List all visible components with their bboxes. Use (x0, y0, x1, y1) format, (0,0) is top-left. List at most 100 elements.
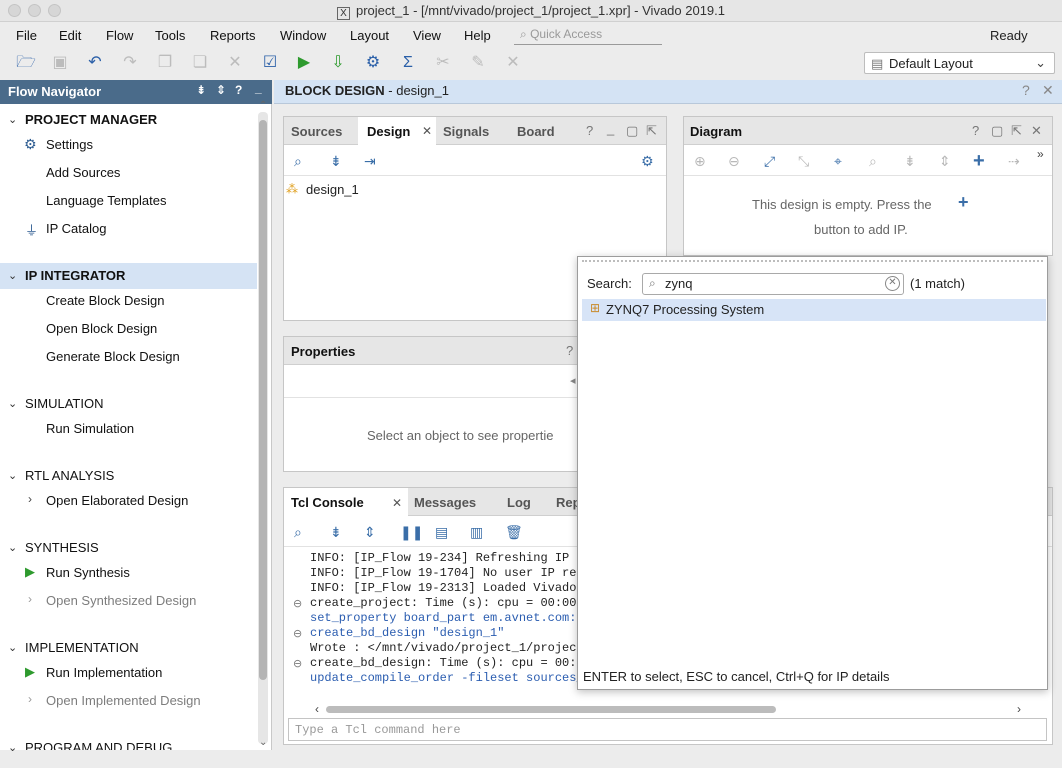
collapse-all-icon[interactable]: ⇟ (330, 153, 342, 170)
expand-icon[interactable]: ⇕ (939, 153, 951, 170)
menu-help[interactable]: Help (464, 28, 491, 43)
menu-flow[interactable]: Flow (106, 28, 133, 43)
nav-open-elaborated-design[interactable]: Open Elaborated Design (46, 493, 188, 508)
chevron-down-icon[interactable]: ⌄ (8, 741, 17, 754)
menu-view[interactable]: View (413, 28, 441, 43)
collapse-all-icon[interactable]: ⇟ (330, 524, 342, 541)
nav-settings[interactable]: Settings (46, 137, 93, 152)
menu-window[interactable]: Window (280, 28, 326, 43)
minimize-panel-icon[interactable]: _ (255, 81, 262, 95)
nav-add-sources[interactable]: Add Sources (46, 165, 120, 180)
help-icon[interactable]: ? (1022, 82, 1030, 98)
tab-tcl-console[interactable]: Tcl Console (291, 495, 364, 510)
search-icon[interactable]: ⌕ (869, 153, 877, 170)
trash-icon[interactable]: 🗑 (505, 524, 523, 541)
collapse-all-icon[interactable]: ⇟ (196, 83, 206, 97)
chevron-down-icon[interactable]: ⌄ (8, 541, 17, 554)
tool-disabled-2-icon[interactable]: ✎ (468, 53, 488, 73)
section-ip-integrator[interactable]: IP INTEGRATOR (25, 268, 125, 283)
tab-board[interactable]: Board (517, 124, 555, 139)
fold-icon[interactable]: ⊖ (293, 627, 302, 640)
open-project-icon[interactable]: 🗁 (16, 53, 36, 73)
tree-item-design[interactable]: design_1 (306, 182, 359, 197)
menu-layout[interactable]: Layout (350, 28, 389, 43)
search-icon[interactable]: ⌕ (294, 153, 302, 170)
paste-icon[interactable]: ❏ (190, 53, 210, 73)
expand-all-icon[interactable]: ⇕ (216, 83, 226, 97)
help-icon[interactable]: ? (566, 343, 573, 358)
chevron-down-icon[interactable]: ⌄ (8, 269, 17, 282)
menu-file[interactable]: File (16, 28, 37, 43)
zoom-out-icon[interactable]: ⊖ (728, 153, 740, 170)
clear-search-icon[interactable]: ✕ (885, 276, 900, 291)
redo-icon[interactable]: ↷ (120, 53, 140, 73)
menu-edit[interactable]: Edit (59, 28, 81, 43)
zoom-in-icon[interactable]: ⊕ (694, 153, 706, 170)
nav-open-implemented-design[interactable]: Open Implemented Design (46, 693, 201, 708)
tab-messages[interactable]: Messages (414, 495, 476, 510)
section-simulation[interactable]: SIMULATION (25, 396, 104, 411)
float-icon[interactable]: ⇱ (1011, 123, 1022, 139)
copy-icon[interactable]: ❐ (155, 53, 175, 73)
close-icon[interactable]: ✕ (1031, 123, 1042, 139)
close-icon[interactable]: ✕ (392, 496, 402, 510)
tool-disabled-1-icon[interactable]: ✂ (433, 53, 453, 73)
ip-result-row[interactable]: ⊞ ZYNQ7 Processing System (582, 299, 1046, 321)
section-implementation[interactable]: IMPLEMENTATION (25, 640, 139, 655)
save-icon[interactable]: ▣ (50, 53, 70, 73)
tab-log[interactable]: Log (507, 495, 531, 510)
tcl-command-input[interactable]: Type a Tcl command here (288, 718, 1047, 741)
section-project-manager[interactable]: PROJECT MANAGER (25, 112, 157, 127)
check-icon[interactable]: ☑ (260, 53, 280, 73)
nav-scrollbar[interactable] (258, 112, 268, 744)
help-icon[interactable]: ? (972, 123, 979, 138)
section-rtl-analysis[interactable]: RTL ANALYSIS (25, 468, 114, 483)
chevron-right-icon[interactable]: › (28, 492, 32, 506)
chevron-down-icon[interactable]: ⌄ (8, 397, 17, 410)
nav-language-templates[interactable]: Language Templates (46, 193, 166, 208)
expand-all-icon[interactable]: ⇥ (364, 153, 376, 170)
fold-icon[interactable]: ⊖ (293, 597, 302, 610)
delete-icon[interactable]: ✕ (225, 53, 245, 73)
chevron-down-icon[interactable]: ⌄ (8, 641, 17, 654)
console-h-scrollbar-thumb[interactable] (326, 706, 776, 713)
undo-icon[interactable]: ↶ (85, 53, 105, 73)
chevron-right-icon[interactable]: › (28, 592, 32, 606)
target-icon[interactable]: ⌖ (834, 153, 842, 170)
scroll-up-icon[interactable]: ⌃ (259, 100, 267, 111)
zoom-area-icon[interactable]: ⤡ (798, 153, 809, 170)
close-icon[interactable]: ✕ (422, 124, 432, 138)
scroll-right-icon[interactable]: › (1017, 702, 1021, 716)
sigma-icon[interactable]: Σ (398, 53, 418, 73)
nav-generate-block-design[interactable]: Generate Block Design (46, 349, 180, 364)
chevron-down-icon[interactable]: ⌄ (8, 113, 17, 126)
nav-open-synthesized-design[interactable]: Open Synthesized Design (46, 593, 196, 608)
float-icon[interactable]: ⇱ (646, 123, 657, 139)
nav-ip-catalog[interactable]: IP Catalog (46, 221, 106, 236)
maximize-icon[interactable]: ▢ (991, 123, 1003, 139)
popup-drag-handle[interactable] (582, 260, 1043, 264)
ip-search-input[interactable]: ⌕ zynq ✕ (642, 273, 904, 295)
help-icon[interactable]: ? (586, 123, 593, 138)
zoom-fit-icon[interactable]: ⤢ (764, 153, 775, 170)
back-arrow-icon[interactable]: ◂ (570, 374, 576, 387)
program-icon[interactable]: ⇩ (328, 53, 348, 73)
gear-icon[interactable]: ⚙ (641, 153, 654, 170)
nav-create-block-design[interactable]: Create Block Design (46, 293, 165, 308)
add-ip-icon[interactable]: + (958, 192, 969, 213)
nav-run-simulation[interactable]: Run Simulation (46, 421, 134, 436)
columns-icon[interactable]: ▥ (470, 524, 483, 541)
menu-reports[interactable]: Reports (210, 28, 256, 43)
maximize-icon[interactable]: ▢ (626, 123, 638, 139)
section-program-debug[interactable]: PROGRAM AND DEBUG (25, 740, 172, 750)
fold-icon[interactable]: ⊖ (293, 657, 302, 670)
menu-tools[interactable]: Tools (155, 28, 185, 43)
tab-sources[interactable]: Sources (291, 124, 342, 139)
tab-design[interactable]: Design (367, 124, 410, 139)
more-icon[interactable]: » (1037, 147, 1044, 161)
settings-gear-icon[interactable]: ⚙ (363, 53, 383, 73)
nav-run-implementation[interactable]: Run Implementation (46, 665, 162, 680)
tool-disabled-3-icon[interactable]: ✕ (503, 53, 523, 73)
search-icon[interactable]: ⌕ (294, 524, 302, 541)
chevron-right-icon[interactable]: › (28, 692, 32, 706)
